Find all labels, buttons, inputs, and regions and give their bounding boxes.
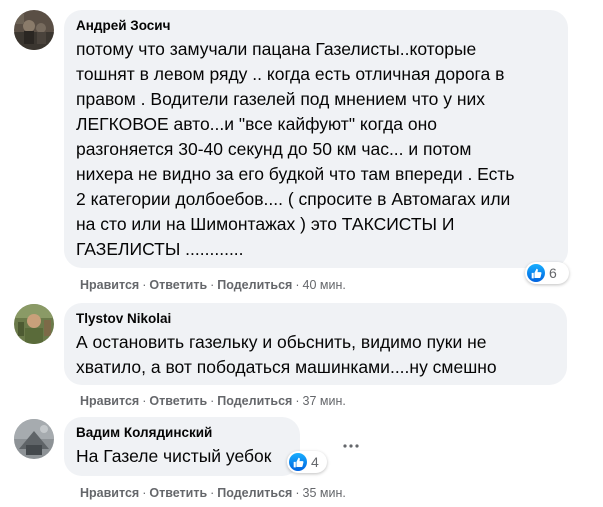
comment-text: потому что замучали пацана Газелисты..ко… <box>76 39 515 259</box>
share-button[interactable]: Поделиться <box>217 278 292 292</box>
comment-author[interactable]: Вадим Колядинский <box>76 424 288 442</box>
reply-button[interactable]: Ответить <box>149 394 207 408</box>
thumbs-up-icon <box>289 453 307 471</box>
separator: · <box>295 486 300 500</box>
separator: · <box>142 394 147 408</box>
reply-button[interactable]: Ответить <box>149 486 207 500</box>
separator: · <box>210 486 215 500</box>
avatar[interactable] <box>14 304 54 344</box>
comment-author[interactable]: Tlystov Nikolai <box>76 310 555 328</box>
share-button[interactable]: Поделиться <box>217 394 292 408</box>
comment-bubble: Андрей Зосич потому что замучали пацана … <box>64 10 568 268</box>
comment-actions: Нравится · Ответить · Поделиться · 37 мин. <box>80 393 346 409</box>
reaction-badge[interactable]: 4 <box>287 451 327 473</box>
like-button[interactable]: Нравится <box>80 394 139 408</box>
comment-author[interactable]: Андрей Зосич <box>76 17 556 35</box>
separator: · <box>295 394 300 408</box>
separator: · <box>142 486 147 500</box>
comment-actions: Нравится · Ответить · Поделиться · 35 мин. <box>80 485 346 501</box>
separator: · <box>210 278 215 292</box>
comment-timestamp[interactable]: 40 мин. <box>303 278 346 292</box>
reply-button[interactable]: Ответить <box>149 278 207 292</box>
separator: · <box>142 278 147 292</box>
comment-actions: Нравится · Ответить · Поделиться · 40 мин. <box>80 277 346 293</box>
comment-bubble: Вадим Колядинский На Газеле чистый уебок <box>64 417 300 476</box>
reaction-count: 6 <box>549 265 557 281</box>
thumbs-up-icon <box>527 264 545 282</box>
like-button[interactable]: Нравится <box>80 278 139 292</box>
separator: · <box>295 278 300 292</box>
share-button[interactable]: Поделиться <box>217 486 292 500</box>
reaction-badge[interactable]: 6 <box>525 262 569 284</box>
comment-timestamp[interactable]: 35 мин. <box>303 486 346 500</box>
comment-text: А остановить газельку и обьснить, видимо… <box>76 332 497 377</box>
more-options-icon[interactable] <box>343 437 359 448</box>
avatar[interactable] <box>14 419 54 459</box>
avatar[interactable] <box>14 10 54 50</box>
separator: · <box>210 394 215 408</box>
reaction-count: 4 <box>311 454 319 470</box>
comment-timestamp[interactable]: 37 мин. <box>303 394 346 408</box>
comment-bubble: Tlystov Nikolai А остановить газельку и … <box>64 303 567 385</box>
comment-text: На Газеле чистый уебок <box>76 446 272 466</box>
like-button[interactable]: Нравится <box>80 486 139 500</box>
